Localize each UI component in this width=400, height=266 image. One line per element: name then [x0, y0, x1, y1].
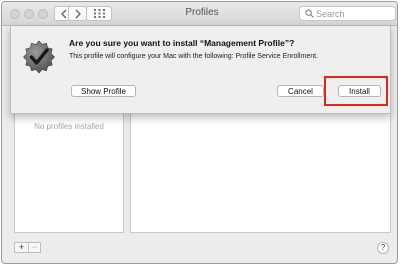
back-icon [61, 9, 67, 19]
profiles-window: Profiles No profiles installed + − ? [1, 1, 398, 264]
forward-button[interactable] [68, 6, 87, 21]
zoom-window-button[interactable] [38, 9, 48, 19]
show-profile-button[interactable]: Show Profile [71, 85, 136, 97]
remove-profile-button[interactable]: − [28, 243, 41, 252]
search-icon [305, 9, 314, 18]
profiles-list[interactable]: No profiles installed [14, 112, 124, 233]
cancel-button[interactable]: Cancel [277, 85, 324, 97]
help-button[interactable]: ? [377, 242, 389, 254]
minimize-window-button[interactable] [24, 9, 34, 19]
add-remove-control: + − [14, 242, 41, 253]
forward-icon [75, 9, 81, 19]
add-profile-button[interactable]: + [15, 243, 29, 252]
verified-badge-icon [23, 40, 55, 74]
title-bar: Profiles [2, 2, 397, 26]
profile-detail-pane [130, 112, 391, 233]
install-confirmation-sheet: Are you sure you want to install “Manage… [10, 26, 391, 114]
grid-icon [94, 9, 105, 18]
dialog-heading: Are you sure you want to install “Manage… [69, 38, 295, 48]
show-all-button[interactable] [86, 6, 112, 21]
install-button[interactable]: Install [338, 85, 381, 97]
window-title: Profiles [185, 7, 219, 18]
search-field[interactable] [299, 6, 396, 21]
dialog-message: This profile will configure your Mac wit… [69, 53, 318, 60]
empty-profiles-label: No profiles installed [34, 122, 104, 131]
close-window-button[interactable] [10, 9, 20, 19]
search-input[interactable] [316, 8, 392, 19]
